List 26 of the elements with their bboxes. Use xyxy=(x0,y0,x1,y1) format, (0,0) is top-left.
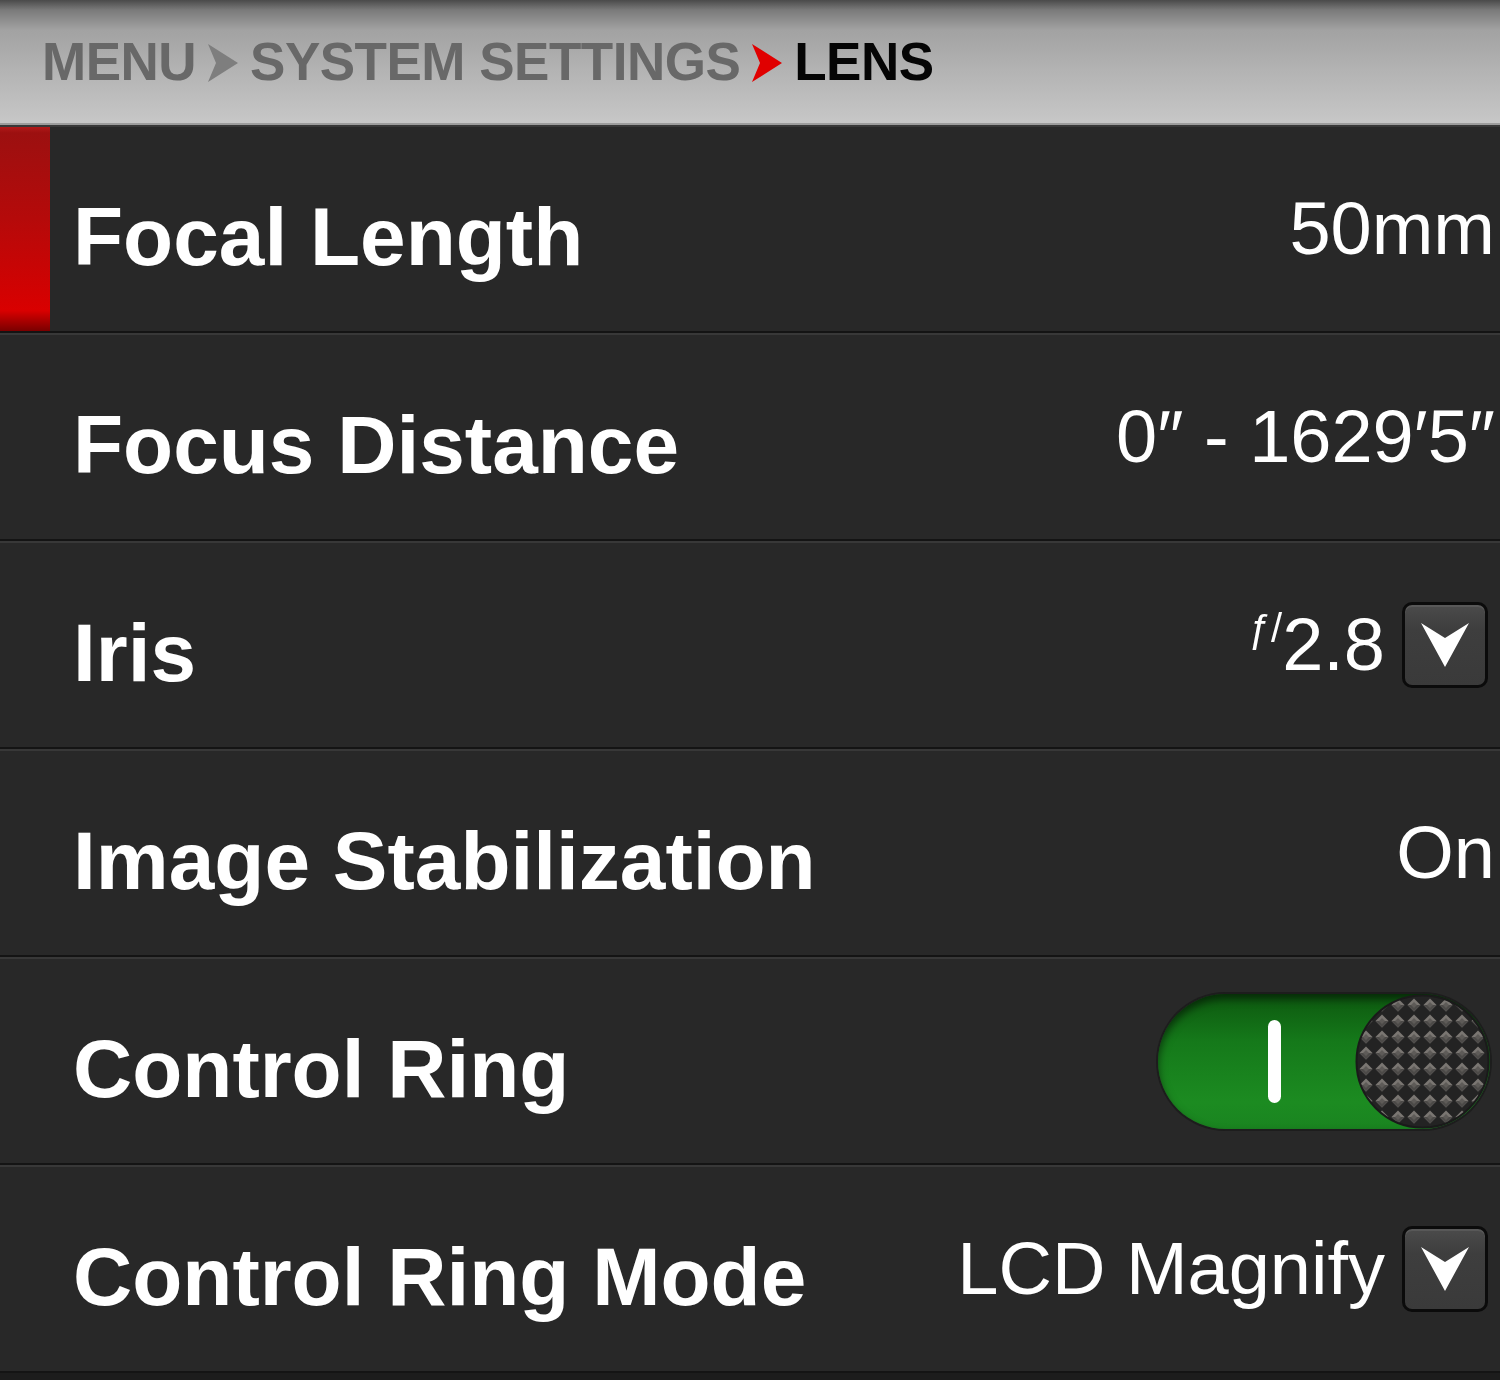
settings-row[interactable]: Iris $^{ƒ/}$2.8 xyxy=(0,541,1500,749)
setting-value: On xyxy=(1396,810,1495,896)
settings-row[interactable]: Image Stabilization On xyxy=(0,749,1500,957)
setting-label: Focal Length xyxy=(73,189,584,284)
setting-label: Image Stabilization xyxy=(73,813,816,908)
chevron-down-icon xyxy=(1421,1247,1469,1291)
setting-value: LCD Magnify xyxy=(957,1226,1385,1312)
setting-value: 50mm xyxy=(1289,186,1495,272)
settings-row[interactable]: Focus Distance 0″ - 1629′5″ xyxy=(0,333,1500,541)
toggle-knob[interactable] xyxy=(1355,993,1490,1129)
setting-label: Iris xyxy=(73,605,197,700)
settings-row[interactable]: Control Ring xyxy=(0,957,1500,1165)
chevron-right-icon xyxy=(752,43,783,82)
dropdown-button[interactable] xyxy=(1402,1226,1488,1312)
settings-row[interactable]: Control Ring Mode LCD Magnify xyxy=(0,1165,1500,1373)
setting-label: Control Ring Mode xyxy=(73,1229,807,1324)
setting-value: $^{ƒ/}$2.8 xyxy=(1248,602,1385,688)
dropdown-button[interactable] xyxy=(1402,602,1488,688)
setting-value: 0″ - 1629′5″ xyxy=(1116,394,1495,480)
breadcrumb-item: LENS xyxy=(794,33,934,92)
setting-label: Focus Distance xyxy=(73,397,680,492)
setting-label: Control Ring xyxy=(73,1021,570,1116)
chevron-right-icon xyxy=(208,43,239,82)
vertical-bar-icon xyxy=(1268,1019,1281,1103)
chevron-down-icon xyxy=(1421,623,1469,667)
settings-row[interactable]: Focal Length 50mm xyxy=(0,125,1500,333)
